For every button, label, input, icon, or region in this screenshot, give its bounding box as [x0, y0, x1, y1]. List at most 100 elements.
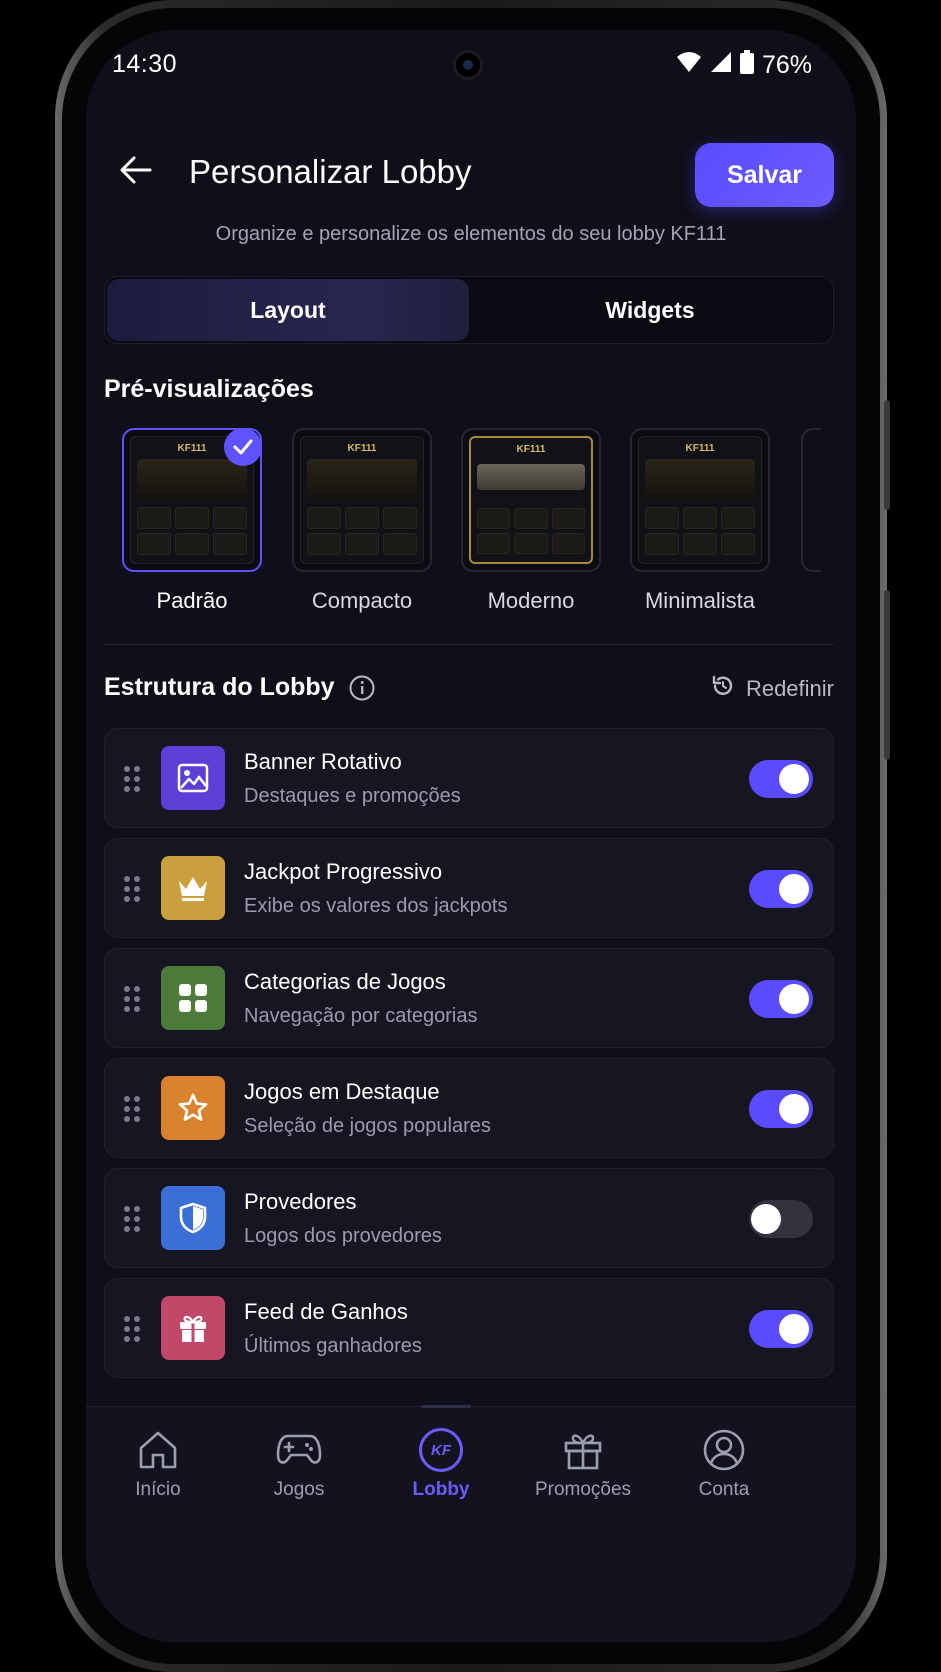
- battery-icon: [739, 50, 754, 81]
- item-title: Jackpot Progressivo: [244, 859, 443, 884]
- kf-logo-icon: KF: [418, 1427, 464, 1473]
- page-subtitle: Organize e personalize os elementos do s…: [215, 223, 727, 245]
- preview-compacto[interactable]: KF111 Compacto: [292, 428, 432, 614]
- item-subtitle: Logos dos provedores: [244, 1225, 442, 1247]
- toggle-switch[interactable]: [749, 1310, 813, 1348]
- status-bar: 14:30 76%: [86, 30, 856, 100]
- status-icons: 76%: [676, 50, 812, 81]
- item-subtitle: Exibe os valores dos jackpots: [244, 895, 508, 917]
- item-title: Categorias de Jogos: [244, 969, 446, 994]
- star-icon: [161, 1076, 225, 1140]
- info-icon[interactable]: [349, 675, 375, 701]
- gift-icon: [161, 1296, 225, 1360]
- item-title: Feed de Ganhos: [244, 1299, 408, 1324]
- list-item-feed-de-ganhos[interactable]: Feed de Ganhos Últimos ganhadores: [104, 1278, 834, 1378]
- preview-label: Padrão: [156, 588, 228, 613]
- toggle-switch[interactable]: [749, 870, 813, 908]
- preview-thumbnail: KF111: [630, 428, 770, 572]
- list-item-jackpot-progressivo[interactable]: Jackpot Progressivo Exibe os valores dos…: [104, 838, 834, 938]
- nav-label: Jogos: [273, 1479, 325, 1500]
- image-icon: [161, 746, 225, 810]
- screen: 14:30 76% Personalizar Lobby Salvar Orga…: [86, 30, 856, 1642]
- item-title: Banner Rotativo: [244, 749, 402, 774]
- home-icon: [135, 1427, 181, 1473]
- volume-button: [884, 590, 890, 760]
- preview-carousel[interactable]: KF111 Padrão KF111 Compacto KF111 Modern…: [104, 428, 856, 628]
- toggle-switch[interactable]: [749, 760, 813, 798]
- preview-label: Minimalista: [644, 588, 756, 613]
- nav-item-jogos[interactable]: Jogos: [234, 1427, 364, 1501]
- divider: [104, 644, 834, 645]
- preview-thumbnail: KF111: [292, 428, 432, 572]
- thumb-brand: KF111: [685, 443, 715, 454]
- signal-icon: [710, 51, 732, 80]
- drag-handle-icon[interactable]: [123, 765, 141, 793]
- list-item-provedores[interactable]: Provedores Logos dos provedores: [104, 1168, 834, 1268]
- toggle-switch[interactable]: [749, 1090, 813, 1128]
- arrow-left-icon: [120, 156, 152, 184]
- drag-handle-icon[interactable]: [123, 1205, 141, 1233]
- drag-handle-icon[interactable]: [123, 875, 141, 903]
- tab-bar: Layout Widgets: [104, 276, 834, 344]
- reset-label: Redefinir: [745, 676, 834, 701]
- save-button[interactable]: Salvar: [695, 143, 834, 207]
- preview-label: Compacto: [311, 588, 413, 613]
- gift-icon: [560, 1427, 606, 1473]
- preview-moderno[interactable]: KF111 Moderno: [461, 428, 601, 614]
- list-item-jogos-em-destaque[interactable]: Jogos em Destaque Seleção de jogos popul…: [104, 1058, 834, 1158]
- item-title: Provedores: [244, 1189, 357, 1214]
- drag-handle-icon[interactable]: [123, 985, 141, 1013]
- preview-minimalista[interactable]: KF111 Minimalista: [630, 428, 770, 614]
- front-camera: [453, 50, 483, 80]
- wifi-icon: [676, 51, 702, 80]
- nav-item-lobby[interactable]: KF Lobby: [376, 1427, 506, 1501]
- thumb-brand: KF111: [516, 444, 546, 455]
- nav-indicator: [421, 1405, 471, 1408]
- tab-layout[interactable]: Layout: [107, 279, 469, 341]
- status-time: 14:30: [112, 50, 178, 78]
- nav-label: Promoções: [534, 1479, 632, 1500]
- battery-percent: 76%: [761, 51, 812, 79]
- list-item-banner-rotativo[interactable]: Banner Rotativo Destaques e promoções: [104, 728, 834, 828]
- tab-widgets[interactable]: Widgets: [469, 279, 831, 341]
- drag-handle-icon[interactable]: [123, 1095, 141, 1123]
- preview-thumbnail: KF111: [122, 428, 262, 572]
- nav-label: Conta: [698, 1479, 750, 1500]
- drag-handle-icon[interactable]: [123, 1315, 141, 1343]
- nav-item-promocoes[interactable]: Promoções: [518, 1427, 648, 1501]
- previews-title: Pré-visualizações: [104, 375, 314, 403]
- nav-label: Lobby: [412, 1479, 470, 1500]
- list-item-categorias-de-jogos[interactable]: Categorias de Jogos Navegação por catego…: [104, 948, 834, 1048]
- item-subtitle: Últimos ganhadores: [244, 1335, 422, 1357]
- structure-list: Banner Rotativo Destaques e promoções Ja…: [104, 728, 834, 1388]
- page-title: Personalizar Lobby: [189, 153, 472, 190]
- grid-icon: [161, 966, 225, 1030]
- item-title: Jogos em Destaque: [244, 1079, 440, 1104]
- thumb-brand: KF111: [347, 443, 377, 454]
- bottom-navigation: Início Jogos KF Lobby Promoções Conta: [86, 1405, 856, 1642]
- next-preview-peek: [801, 428, 821, 572]
- preview-label: Moderno: [487, 588, 575, 613]
- preview-thumbnail: KF111: [461, 428, 601, 572]
- item-subtitle: Seleção de jogos populares: [244, 1115, 491, 1137]
- kf-badge: KF: [419, 1428, 463, 1472]
- shield-icon: [161, 1186, 225, 1250]
- selected-check-icon: [224, 430, 260, 466]
- gamepad-icon: [276, 1427, 322, 1473]
- power-button: [884, 400, 890, 510]
- nav-item-conta[interactable]: Conta: [659, 1427, 789, 1501]
- toggle-switch[interactable]: [749, 980, 813, 1018]
- reset-button[interactable]: Redefinir: [710, 673, 834, 705]
- back-button[interactable]: [116, 150, 156, 190]
- item-subtitle: Navegação por categorias: [244, 1005, 478, 1027]
- nav-item-inicio[interactable]: Início: [93, 1427, 223, 1501]
- structure-header: Estrutura do Lobby: [104, 673, 375, 702]
- item-subtitle: Destaques e promoções: [244, 785, 461, 807]
- structure-title: Estrutura do Lobby: [104, 673, 335, 701]
- toggle-switch[interactable]: [749, 1200, 813, 1238]
- crown-icon: [161, 856, 225, 920]
- user-icon: [701, 1427, 747, 1473]
- nav-label: Início: [135, 1479, 181, 1500]
- preview-padrao[interactable]: KF111 Padrão: [122, 428, 262, 614]
- reset-icon: [710, 673, 736, 705]
